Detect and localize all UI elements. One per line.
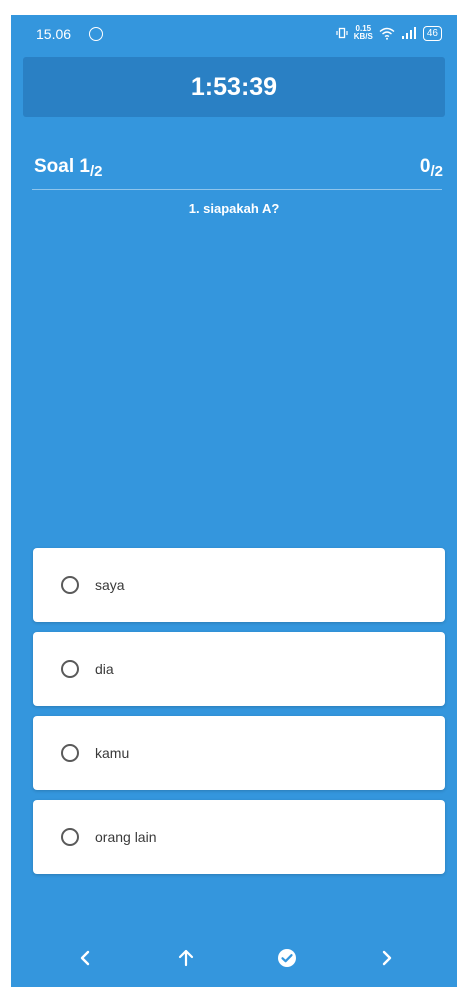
chevron-right-icon (382, 950, 392, 966)
answer-option-kamu[interactable]: kamu (33, 716, 445, 790)
submit-button[interactable] (269, 940, 305, 976)
answer-option-label: dia (95, 661, 114, 677)
question-counter: Soal 1/2 (34, 156, 103, 180)
answer-options: saya dia kamu orang lain (33, 548, 445, 884)
radio-icon[interactable] (61, 660, 79, 678)
status-icons: 0.15 KB/S 46 (336, 25, 442, 41)
previous-button[interactable] (67, 940, 103, 976)
answer-option-orang-lain[interactable]: orang lain (33, 800, 445, 874)
scroll-up-button[interactable] (168, 940, 204, 976)
header-divider (32, 189, 442, 190)
score-counter: 0/2 (419, 156, 443, 180)
signal-icon (401, 27, 416, 39)
radio-icon[interactable] (61, 828, 79, 846)
question-counter-label: Soal 1 (34, 156, 90, 177)
next-button[interactable] (369, 940, 405, 976)
wifi-icon (379, 27, 395, 40)
speed-unit: KB/S (353, 32, 373, 41)
quiz-screen: 15.06 0.15 KB/S 46 1:53:39 Soal 1/2 0/2 … (11, 15, 457, 987)
countdown-timer: 1:53:39 (23, 57, 445, 117)
battery-indicator: 46 (422, 25, 442, 41)
answer-option-label: orang lain (95, 829, 157, 845)
answer-option-saya[interactable]: saya (33, 548, 445, 622)
network-speed: 0.15 KB/S (354, 25, 373, 41)
radio-icon[interactable] (61, 744, 79, 762)
radio-icon[interactable] (61, 576, 79, 594)
score-total: /2 (430, 163, 443, 180)
whatsapp-icon (89, 27, 103, 41)
score-value: 0 (419, 156, 431, 177)
answer-option-dia[interactable]: dia (33, 632, 445, 706)
arrow-up-icon (178, 949, 194, 967)
chevron-left-icon (80, 950, 90, 966)
question-text: 1. siapakah A? (188, 201, 280, 216)
answer-option-label: saya (95, 577, 125, 593)
vibrate-icon (336, 27, 348, 39)
bottom-navigation (11, 940, 457, 980)
check-circle-icon (278, 949, 296, 967)
answer-option-label: kamu (95, 745, 130, 761)
question-counter-total: /2 (89, 163, 103, 180)
status-time: 15.06 (36, 26, 72, 42)
status-bar: 15.06 0.15 KB/S 46 (11, 15, 457, 53)
